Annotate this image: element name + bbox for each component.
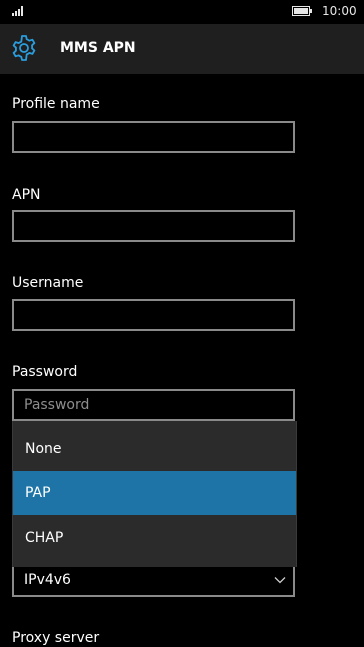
- password-label: Password: [12, 364, 78, 380]
- settings-gear-icon: [12, 35, 36, 61]
- dropdown-option-label: None: [25, 441, 62, 457]
- ip-type-value: IPv4v6: [24, 572, 71, 588]
- signal-bars-icon: [12, 6, 23, 16]
- authentication-dropdown-list: None PAP CHAP: [12, 421, 297, 567]
- proxy-server-label: Proxy server: [12, 630, 100, 646]
- dropdown-option-label: CHAP: [25, 530, 64, 546]
- username-field[interactable]: [12, 299, 295, 331]
- dropdown-option-chap[interactable]: CHAP: [13, 516, 296, 560]
- page-title: MMS APN: [60, 40, 136, 56]
- profile-name-field[interactable]: [12, 121, 295, 153]
- app-header: MMS APN: [0, 24, 364, 74]
- status-bar: 10:00: [0, 0, 364, 24]
- dropdown-option-none[interactable]: None: [13, 427, 296, 471]
- password-field[interactable]: Password: [12, 389, 295, 421]
- profile-name-label: Profile name: [12, 96, 100, 112]
- ip-type-select[interactable]: IPv4v6: [12, 567, 295, 597]
- apn-field[interactable]: [12, 210, 295, 242]
- battery-icon: [292, 6, 312, 16]
- dropdown-option-label: PAP: [25, 485, 51, 501]
- chevron-down-icon: [274, 577, 286, 584]
- status-time: 10:00: [322, 4, 357, 18]
- username-label: Username: [12, 275, 84, 291]
- apn-label: APN: [12, 187, 41, 203]
- dropdown-option-pap[interactable]: PAP: [13, 471, 296, 515]
- password-placeholder: Password: [24, 397, 90, 413]
